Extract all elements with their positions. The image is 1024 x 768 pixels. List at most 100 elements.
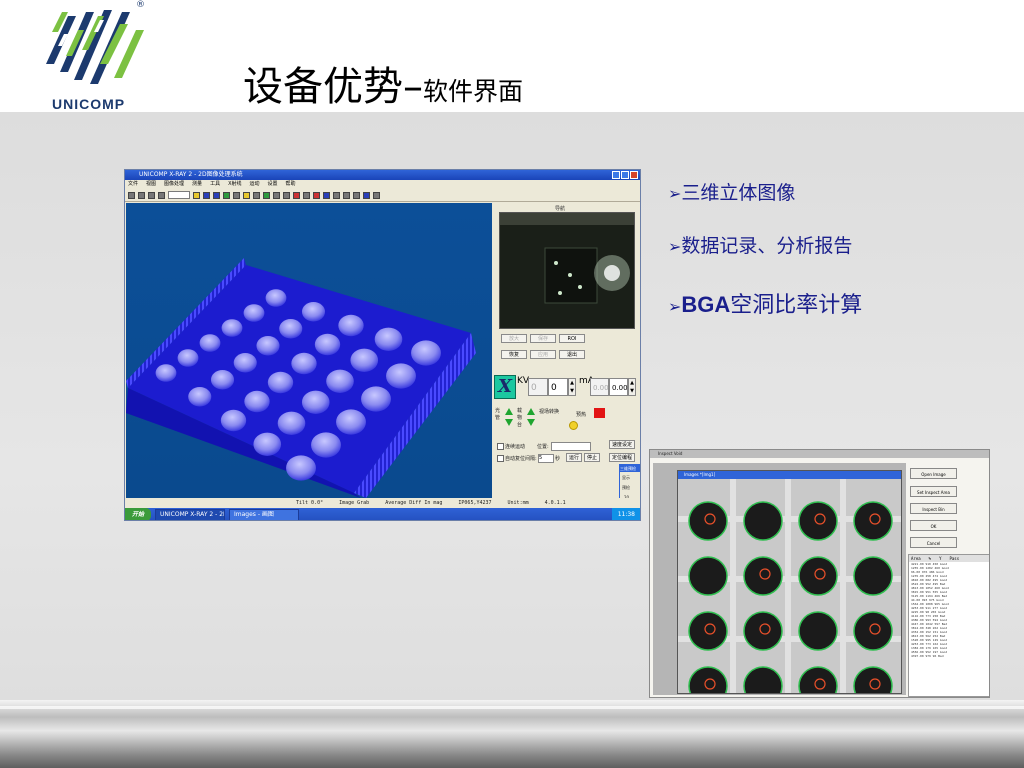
- run-button[interactable]: 运行: [566, 453, 582, 462]
- position-label: 位置:: [537, 444, 549, 450]
- step-input[interactable]: 5: [538, 454, 554, 463]
- close-button[interactable]: [630, 171, 638, 179]
- table-row: 4397.00 979 96 Bad: [911, 654, 944, 658]
- position-select[interactable]: [551, 442, 591, 451]
- xray-up-icon[interactable]: [505, 408, 513, 415]
- menu-item[interactable]: 视图: [146, 180, 156, 189]
- marker-icon[interactable]: [293, 191, 300, 199]
- zoom-icon[interactable]: [148, 191, 155, 199]
- fit-icon[interactable]: [158, 191, 165, 199]
- sphere-icon[interactable]: [213, 191, 220, 199]
- zoom-select[interactable]: [168, 191, 190, 199]
- color-icon[interactable]: [243, 191, 250, 199]
- measure-icon[interactable]: [273, 191, 280, 199]
- window-title: UNICOMP X-RAY 2 - 2D图像处理系统: [139, 171, 243, 178]
- void-results-table: Area % Y Pass 4221.00 910 450 Good 1255.0…: [908, 554, 989, 697]
- save-button[interactable]: 保存: [530, 334, 556, 343]
- seconds-label: 秒: [555, 456, 561, 462]
- warning-icon: [569, 421, 578, 430]
- line-icon[interactable]: [233, 191, 240, 199]
- stop-button[interactable]: 停止: [584, 453, 600, 462]
- stage-down-icon[interactable]: [527, 419, 535, 426]
- position-program-button[interactable]: 定位编程: [609, 453, 635, 462]
- tool-icon[interactable]: [313, 191, 320, 199]
- kv-preset[interactable]: 0: [528, 378, 548, 396]
- footer-line: [0, 706, 1024, 709]
- bga-window-title: Inspect Void: [650, 450, 989, 458]
- set-inspect-area-button[interactable]: Set Inspect Area: [910, 486, 957, 497]
- solder-ball: [853, 501, 893, 541]
- ma-input[interactable]: 0.00: [609, 378, 628, 396]
- registered-mark: ®: [136, 0, 145, 10]
- brush-icon[interactable]: [203, 191, 210, 199]
- inspect-bin-button[interactable]: Inspect Bin: [910, 503, 957, 514]
- exit-button[interactable]: 退出: [559, 350, 585, 359]
- kv-input[interactable]: 0: [548, 378, 568, 396]
- cancel-button[interactable]: Cancel: [910, 537, 957, 548]
- circle-icon[interactable]: [253, 191, 260, 199]
- 3d-bga-view[interactable]: [126, 203, 492, 498]
- ma-preset[interactable]: 0.00: [590, 378, 609, 396]
- continuous-checkbox[interactable]: [497, 443, 504, 450]
- preheat-label: 预热: [576, 412, 587, 418]
- auto-return-checkbox[interactable]: [497, 455, 504, 462]
- table-header-cell: Pass: [949, 556, 960, 561]
- globe-icon[interactable]: [363, 191, 370, 199]
- feature-text: 三维立体图像: [681, 182, 796, 204]
- solder-ball: [311, 432, 341, 458]
- bga-image-title: Images *[Img1]: [678, 471, 901, 479]
- step-label: 间隔:: [525, 456, 537, 462]
- ma-spinner[interactable]: ▲ ▼: [628, 378, 636, 396]
- crop-icon[interactable]: [303, 191, 310, 199]
- status-item: Image Grab: [339, 500, 370, 506]
- grid-icon[interactable]: [263, 191, 270, 199]
- filter-icon[interactable]: [323, 191, 330, 199]
- layer-icon[interactable]: [223, 191, 230, 199]
- ok-button[interactable]: OK: [910, 520, 957, 531]
- open-image-button[interactable]: Open Image: [910, 468, 957, 479]
- title-sub: 软件界面: [423, 77, 524, 106]
- solder-ball: [155, 364, 177, 382]
- save-icon[interactable]: [138, 191, 145, 199]
- page-title: 设备优势–软件界面: [243, 54, 523, 112]
- menu-item[interactable]: X射线: [228, 180, 241, 189]
- menu-item[interactable]: 帮助: [286, 180, 296, 189]
- software-screenshot: UNICOMP X-RAY 2 - 2D图像处理系统 文件 视图 图像处理 测量…: [124, 169, 641, 521]
- menu-item[interactable]: 工具: [210, 180, 220, 189]
- xray-down-icon[interactable]: [505, 419, 513, 426]
- roi-button[interactable]: ROI: [559, 334, 585, 343]
- info-icon[interactable]: [373, 191, 380, 199]
- apply-button[interactable]: 应用: [530, 350, 556, 359]
- roi-icon[interactable]: [343, 191, 350, 199]
- stage-up-icon[interactable]: [527, 408, 535, 415]
- menu-item[interactable]: 设置: [268, 180, 278, 189]
- zoom-button[interactable]: 放大: [501, 334, 527, 343]
- bga-void-screenshot: Inspect Void Images *[Img1] Open Image S…: [649, 449, 990, 698]
- menubar: 文件 视图 图像处理 测量 工具 X射线 运动 设置 帮助: [125, 180, 640, 189]
- recover-button[interactable]: 恢复: [501, 350, 527, 359]
- open-icon[interactable]: [128, 191, 135, 199]
- speed-button[interactable]: 速度设定: [609, 440, 635, 449]
- menu-item[interactable]: 测量: [192, 180, 202, 189]
- status-item: IP065,Y4237: [458, 500, 492, 506]
- rect-icon[interactable]: [333, 191, 340, 199]
- text-icon[interactable]: [283, 191, 290, 199]
- xray-icon[interactable]: X: [494, 375, 516, 399]
- folder-icon[interactable]: [193, 191, 200, 199]
- taskbar-app[interactable]: Images - 画图: [229, 508, 300, 520]
- solder-ball: [411, 340, 441, 366]
- minimize-button[interactable]: [612, 171, 620, 179]
- camera-label: 导航: [555, 206, 566, 212]
- menu-item[interactable]: 文件: [128, 180, 138, 189]
- solder-ball: [210, 369, 235, 390]
- taskbar-app[interactable]: UNICOMP X-RAY 2 - 2D: [155, 508, 226, 520]
- table-header-cell: Y: [939, 556, 942, 561]
- menu-item[interactable]: 图像处理: [164, 180, 184, 189]
- menu-item[interactable]: 运动: [250, 180, 260, 189]
- start-button[interactable]: 开始: [125, 508, 152, 520]
- maximize-button[interactable]: [621, 171, 629, 179]
- bullet-arrow-icon: ➢: [668, 237, 682, 256]
- kv-spinner[interactable]: ▲ ▼: [568, 378, 576, 396]
- bga-image-window[interactable]: Images *[Img1]: [677, 470, 902, 694]
- gear-icon[interactable]: [353, 191, 360, 199]
